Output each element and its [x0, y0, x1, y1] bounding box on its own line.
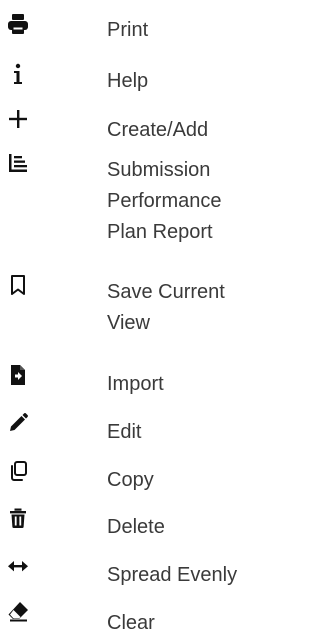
copy-icon	[6, 459, 30, 483]
menu-item-edit[interactable]: Edit	[0, 412, 277, 448]
arrows-horizontal-icon	[6, 554, 30, 578]
print-icon	[6, 12, 30, 36]
menu-item-label: Spread Evenly	[107, 564, 238, 586]
menu-item-submission-report[interactable]: Submission Performance Plan Report	[0, 150, 277, 245]
menu-item-label: Edit	[107, 421, 142, 443]
menu-item-label: Save Current View	[107, 281, 225, 334]
menu-item-label: Copy	[107, 469, 154, 491]
menu-item-save-view[interactable]: Save Current View	[0, 271, 277, 335]
trash-icon	[6, 506, 30, 530]
menu-item-spread-evenly[interactable]: Spread Evenly	[0, 555, 277, 591]
menu-item-clear[interactable]: Clear	[0, 600, 277, 636]
menu-item-label: Submission Performance Plan Report	[107, 159, 222, 243]
bookmark-icon	[6, 273, 30, 297]
menu-item-print[interactable]: Print	[0, 7, 277, 43]
menu-item-import[interactable]: Import	[0, 364, 277, 400]
menu-item-delete[interactable]: Delete	[0, 507, 277, 543]
menu-item-create-add[interactable]: Create/Add	[0, 105, 277, 141]
menu-item-label: Print	[107, 19, 149, 41]
menu-item-help[interactable]: Help	[0, 60, 277, 96]
menu-item-label: Clear	[107, 612, 155, 634]
menu-item-label: Delete	[107, 516, 165, 538]
plus-icon	[6, 107, 30, 131]
menu-item-label: Import	[107, 373, 164, 395]
file-import-icon	[6, 363, 30, 387]
info-icon	[6, 63, 30, 87]
report-list-icon	[6, 151, 30, 175]
pencil-icon	[6, 411, 30, 435]
menu-item-copy[interactable]: Copy	[0, 460, 277, 496]
eraser-icon	[6, 599, 30, 623]
menu-item-label: Help	[107, 70, 149, 92]
menu-item-label: Create/Add	[107, 119, 209, 141]
